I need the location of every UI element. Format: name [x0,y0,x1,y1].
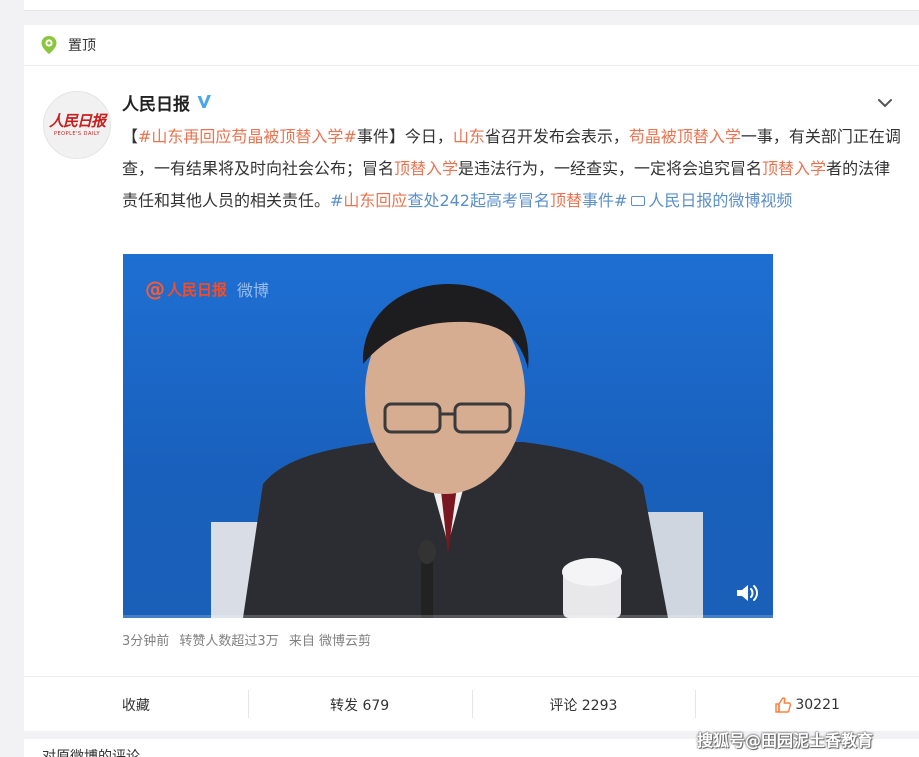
verified-icon [197,95,211,108]
post-text: 【#山东再回应苟晶被顶替入学#事件】今日，山东省召开发布会表示，苟晶被顶替入学一… [122,121,902,217]
source-watermark: 搜狐号@田园泥土香教育 [697,731,874,750]
avatar-subtitle: PEOPLE'S DAILY [53,131,101,137]
video-progress-bar[interactable] [123,615,773,618]
comment-button[interactable]: 评论 2293 [471,677,696,732]
watermark-name: 人民日报 [167,280,228,299]
favorite-button[interactable]: 收藏 [24,677,248,732]
watermark-weibo: 微博 [237,281,270,300]
topic-link[interactable]: 查处242起高考冒名 [407,191,550,210]
avatar-logo: 人民日报 [48,112,106,130]
pin-icon [41,36,57,54]
post-time[interactable]: 3分钟前 [122,634,169,649]
keyword-link[interactable]: 苟晶被顶替入学 [629,127,741,146]
topic-link[interactable]: 事件# [582,191,627,210]
video-watermark: @ 人民日报 微博 [145,277,269,301]
comment-label: 评论 2293 [549,697,618,714]
like-count: 30221 [795,696,840,713]
keyword-link[interactable]: 顶替入学 [394,159,458,178]
author-row: 人民日报 [122,89,212,115]
favorite-label: 收藏 [121,697,150,714]
volume-icon[interactable] [735,582,761,604]
video-player[interactable]: @ 人民日报 微博 [123,254,773,618]
watermark-at: @ [145,277,165,301]
keyword-link[interactable]: 山东回应 [343,191,407,210]
keyword-link[interactable]: 顶替 [550,191,582,210]
post-segment: 省召开发布会表示， [484,127,629,146]
video-link-icon [631,195,646,206]
repost-label: 转发 679 [330,697,390,714]
author-name[interactable]: 人民日报 [122,90,190,115]
repost-note: 转赞人数超过3万 [179,634,279,649]
repost-button[interactable]: 转发 679 [247,677,472,732]
video-frame-person [211,284,703,618]
video-link[interactable]: 人民日报的微博视频 [648,191,792,210]
post-segment: 事件】今日， [356,127,453,146]
topic-link[interactable]: #山东再回应苟晶被顶替入学# [138,127,357,146]
post-segment: 【 [122,127,139,146]
topic-link[interactable]: # [330,191,343,210]
post-meta: 3分钟前 转赞人数超过3万 来自 微博云剪 [122,630,377,649]
post-source[interactable]: 来自 微博云剪 [289,634,371,649]
action-bar: 收藏 转发 679 评论 2293 30221 [24,676,919,732]
next-section-title: 对原微博的评论 [42,749,140,757]
post-segment: 是违法行为，一经查实，一定将会追究冒名 [458,159,763,178]
avatar[interactable]: 人民日报 PEOPLE'S DAILY [43,91,111,159]
more-options-button[interactable] [876,94,894,112]
pin-label: 置顶 [68,38,96,54]
chevron-down-icon [878,99,892,108]
like-button[interactable]: 30221 [695,677,919,732]
pin-bar: 置顶 [24,25,919,66]
keyword-link[interactable]: 顶替入学 [762,159,826,178]
keyword-link[interactable]: 山东 [453,127,485,146]
weibo-post-card: 置顶 人民日报 PEOPLE'S DAILY 人民日报 【#山东再回应苟晶被顶替… [24,25,919,731]
previous-card-edge [24,0,919,11]
thumbs-up-icon [775,696,792,713]
